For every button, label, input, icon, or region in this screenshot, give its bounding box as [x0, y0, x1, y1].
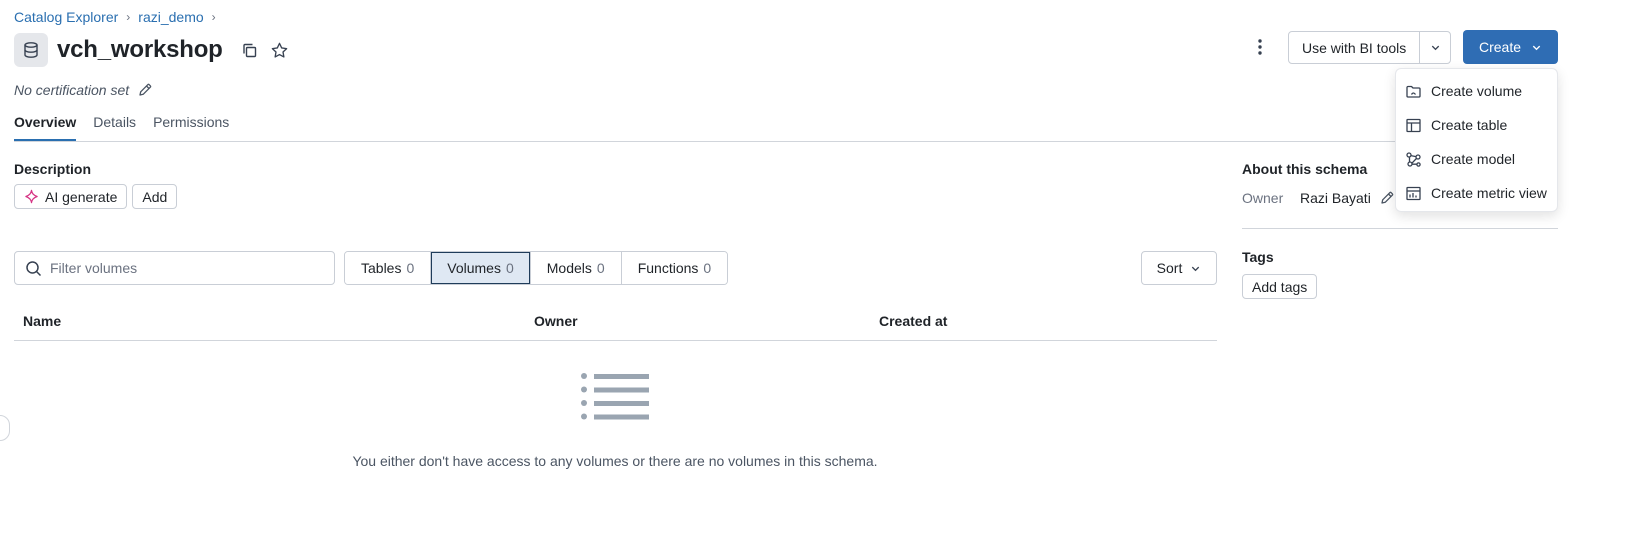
bi-tools-split-button: Use with BI tools	[1288, 31, 1452, 64]
add-description-button[interactable]: Add	[132, 184, 178, 209]
breadcrumb-separator: ›	[211, 10, 216, 24]
segment-count: 0	[505, 260, 514, 276]
volume-icon	[1405, 83, 1422, 100]
segment-label: Models	[546, 260, 592, 276]
filter-volumes-input[interactable]	[50, 260, 320, 276]
tab-details[interactable]: Details	[93, 114, 136, 142]
menu-item-create-model[interactable]: Create model	[1396, 142, 1557, 176]
certification-row: No certification set	[14, 80, 153, 100]
owner-value: Razi Bayati	[1300, 190, 1371, 206]
empty-list-icon	[580, 372, 650, 431]
table-icon	[1405, 117, 1422, 134]
menu-item-create-metric-view[interactable]: Create metric view	[1396, 176, 1557, 210]
model-icon	[1405, 151, 1422, 168]
sidebar-resize-handle[interactable]	[0, 415, 10, 441]
menu-item-label: Create table	[1431, 117, 1508, 133]
title-row: vch_workshop	[14, 33, 293, 67]
menu-item-label: Create metric view	[1431, 185, 1547, 201]
description-actions: AI generate Add	[14, 184, 178, 209]
certification-status: No certification set	[14, 82, 130, 98]
pencil-icon[interactable]	[137, 82, 153, 98]
column-header-name[interactable]: Name	[23, 313, 61, 329]
menu-item-label: Create model	[1431, 151, 1516, 167]
create-menu: Create volume Create table Create model	[1395, 68, 1558, 212]
segment-label: Volumes	[447, 260, 501, 276]
kebab-menu-icon[interactable]	[1247, 33, 1273, 61]
segment-count: 0	[596, 260, 605, 276]
segment-functions[interactable]: Functions 0	[621, 252, 728, 284]
breadcrumb: Catalog Explorer › razi_demo ›	[14, 8, 216, 26]
chevron-down-icon	[1190, 263, 1201, 274]
create-button[interactable]: Create	[1463, 30, 1558, 64]
filter-volumes	[14, 251, 335, 285]
page-title: vch_workshop	[57, 36, 223, 63]
column-header-owner[interactable]: Owner	[534, 313, 578, 329]
segment-label: Tables	[361, 260, 402, 276]
create-label: Create	[1478, 39, 1522, 55]
metric-view-icon	[1405, 185, 1422, 202]
owner-row: Owner Razi Bayati	[1242, 190, 1395, 206]
about-divider	[1242, 228, 1558, 229]
menu-item-label: Create volume	[1431, 83, 1523, 99]
menu-item-create-table[interactable]: Create table	[1396, 108, 1557, 142]
empty-state-message: You either don't have access to any volu…	[352, 453, 878, 469]
segment-models[interactable]: Models 0	[530, 252, 622, 284]
breadcrumb-catalog-explorer[interactable]: Catalog Explorer	[14, 9, 118, 25]
segment-volumes[interactable]: Volumes 0	[431, 252, 531, 284]
owner-label: Owner	[1242, 190, 1284, 206]
about-schema-title: About this schema	[1242, 161, 1368, 177]
copy-icon[interactable]	[237, 37, 263, 63]
sort-button[interactable]: Sort	[1141, 251, 1217, 285]
ai-generate-label: AI generate	[45, 188, 118, 205]
star-icon[interactable]	[267, 37, 293, 63]
add-tags-button[interactable]: Add tags	[1242, 274, 1318, 299]
segment-label: Functions	[637, 260, 699, 276]
segment-count: 0	[703, 260, 712, 276]
sparkle-icon	[24, 189, 39, 204]
column-header-created-at[interactable]: Created at	[879, 313, 947, 329]
chevron-down-icon[interactable]	[1420, 32, 1450, 63]
description-label: Description	[14, 161, 92, 177]
menu-item-create-volume[interactable]: Create volume	[1396, 74, 1557, 108]
tab-overview[interactable]: Overview	[14, 114, 77, 142]
tags-title: Tags	[1242, 249, 1274, 265]
chevron-down-icon	[1531, 42, 1542, 53]
pencil-icon[interactable]	[1379, 190, 1395, 206]
search-icon	[25, 260, 42, 277]
segment-count: 0	[406, 260, 415, 276]
asset-type-switcher: Tables 0 Volumes 0 Models 0 Functions 0	[344, 251, 729, 285]
database-icon	[14, 33, 48, 67]
ai-generate-button[interactable]: AI generate	[14, 184, 128, 209]
tab-permissions[interactable]: Permissions	[153, 114, 229, 142]
use-with-bi-tools-button[interactable]: Use with BI tools	[1289, 32, 1421, 63]
segment-tables[interactable]: Tables 0	[345, 252, 432, 284]
table-header: Name Owner Created at	[14, 313, 1217, 341]
breadcrumb-separator: ›	[126, 10, 131, 24]
breadcrumb-catalog[interactable]: razi_demo	[138, 9, 203, 25]
tabs-divider	[14, 141, 1558, 142]
sort-label: Sort	[1156, 260, 1183, 276]
tab-bar: Overview Details Permissions	[14, 114, 229, 142]
